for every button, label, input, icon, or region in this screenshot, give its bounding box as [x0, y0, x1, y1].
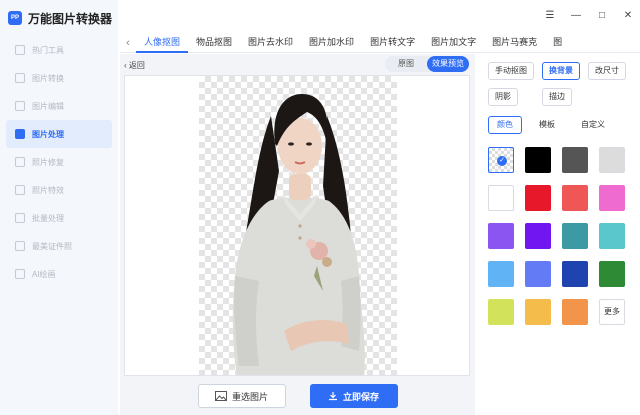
subtab-color[interactable]: 颜色	[488, 116, 522, 134]
color-swatch[interactable]	[488, 299, 514, 325]
workspace: ‹ 返回 原图 效果预览 重选图片 立即保存	[120, 54, 475, 415]
repair-icon	[15, 157, 25, 167]
sidebar-item-photo-repair[interactable]: 照片修复	[6, 148, 112, 176]
sidebar-item-image-process[interactable]: 图片处理	[6, 120, 112, 148]
download-icon	[328, 392, 337, 401]
convert-icon	[15, 73, 25, 83]
process-icon	[15, 129, 25, 139]
image-icon	[214, 391, 227, 401]
options-row-1: 手动抠图 换背景 改尺寸	[488, 62, 626, 80]
color-swatch[interactable]	[562, 185, 588, 211]
shadow-button[interactable]: 阴影	[488, 88, 518, 106]
save-label: 立即保存	[342, 391, 379, 402]
tab-add-watermark[interactable]: 图片加水印	[301, 33, 362, 53]
edit-icon	[15, 101, 25, 111]
sidebar-item-label: 图片转换	[32, 73, 64, 83]
color-swatch[interactable]	[562, 261, 588, 287]
menu-icon[interactable]: ☰	[544, 10, 556, 21]
stroke-button[interactable]: 描边	[542, 88, 572, 106]
sidebar-item-label: 照片特效	[32, 185, 64, 195]
check-icon: ✓	[497, 156, 507, 166]
color-swatch[interactable]	[488, 185, 514, 211]
chevron-left-icon[interactable]: ‹	[120, 37, 136, 49]
portrait-cutout-image	[232, 94, 365, 375]
reselect-image-button[interactable]: 重选图片	[197, 384, 286, 408]
batch-icon	[15, 213, 25, 223]
sidebar-item-hot-tools[interactable]: 热门工具	[6, 36, 112, 64]
options-panel: 手动抠图 换背景 改尺寸 阴影 描边 颜色 模板 自定义 ✓ 更多	[478, 54, 640, 415]
view-toggle: 原图 效果预览	[385, 56, 469, 72]
tab-add-text[interactable]: 图片加文字	[423, 33, 484, 53]
back-link[interactable]: ‹ 返回	[124, 60, 145, 71]
app-header: PP 万能图片转换器	[0, 0, 118, 36]
maximize-icon[interactable]: □	[596, 10, 608, 21]
color-swatch[interactable]	[525, 299, 551, 325]
app-logo: PP	[8, 11, 22, 25]
color-swatch[interactable]	[599, 147, 625, 173]
color-swatch[interactable]	[562, 223, 588, 249]
color-swatch[interactable]	[562, 299, 588, 325]
color-swatch[interactable]	[525, 261, 551, 287]
color-swatch[interactable]	[525, 223, 551, 249]
tab-portrait-cutout[interactable]: 人像抠图	[136, 33, 189, 53]
sidebar-item-image-edit[interactable]: 图片编辑	[6, 92, 112, 120]
resize-button[interactable]: 改尺寸	[588, 62, 626, 80]
swatch-transparent[interactable]: ✓	[488, 147, 514, 173]
tab-object-cutout[interactable]: 物品抠图	[188, 33, 240, 53]
original-view-button[interactable]: 原图	[385, 56, 427, 72]
back-label: 返回	[128, 61, 145, 70]
sidebar-item-ai-paint[interactable]: AI绘画	[6, 260, 112, 288]
tab-image-to-text[interactable]: 图片转文字	[362, 33, 423, 53]
save-button[interactable]: 立即保存	[309, 384, 398, 408]
color-swatch[interactable]	[599, 185, 625, 211]
sidebar-item-label: AI绘画	[32, 269, 56, 279]
options-row-2: 阴影 描边	[488, 88, 572, 106]
color-swatch[interactable]	[488, 261, 514, 287]
color-swatch[interactable]	[525, 147, 551, 173]
id-photo-icon	[15, 241, 25, 251]
tab-overflow[interactable]: 图	[545, 33, 570, 53]
window-controls: ☰ — □ ✕	[544, 10, 634, 21]
color-swatch[interactable]	[488, 223, 514, 249]
color-swatch[interactable]	[599, 261, 625, 287]
sidebar-nav: 热门工具 图片转换 图片编辑 图片处理 照片修复 照片特效 批量处理 最美证件照…	[0, 36, 118, 288]
action-bar: 重选图片 立即保存	[120, 377, 475, 415]
subtab-custom[interactable]: 自定义	[572, 116, 614, 134]
app-title: 万能图片转换器	[28, 11, 113, 26]
reselect-label: 重选图片	[231, 391, 268, 402]
background-subtabs: 颜色 模板 自定义	[488, 116, 614, 134]
ai-paint-icon	[15, 269, 25, 279]
color-swatch[interactable]	[599, 223, 625, 249]
change-background-button[interactable]: 换背景	[542, 62, 580, 80]
color-swatch[interactable]	[525, 185, 551, 211]
sidebar-item-label: 批量处理	[32, 213, 64, 223]
sidebar-item-id-photo[interactable]: 最美证件照	[6, 232, 112, 260]
close-icon[interactable]: ✕	[622, 10, 634, 21]
tool-tabs: ‹ 人像抠图 物品抠图 图片去水印 图片加水印 图片转文字 图片加文字 图片马赛…	[120, 33, 640, 53]
minimize-icon[interactable]: —	[570, 10, 582, 21]
color-swatches: ✓ 更多	[488, 147, 636, 325]
subtab-template[interactable]: 模板	[530, 116, 564, 134]
sidebar-item-batch[interactable]: 批量处理	[6, 204, 112, 232]
sidebar-item-image-convert[interactable]: 图片转换	[6, 64, 112, 92]
sidebar-item-label: 照片修复	[32, 157, 64, 167]
fire-icon	[15, 45, 25, 55]
tab-mosaic[interactable]: 图片马赛克	[484, 33, 545, 53]
effect-icon	[15, 185, 25, 195]
manual-cutout-button[interactable]: 手动抠图	[488, 62, 534, 80]
sidebar-item-label: 热门工具	[32, 45, 64, 55]
sidebar-item-label: 图片处理	[32, 129, 64, 139]
more-colors-button[interactable]: 更多	[599, 299, 625, 325]
sidebar-item-photo-effects[interactable]: 照片特效	[6, 176, 112, 204]
sidebar-item-label: 最美证件照	[32, 241, 72, 251]
sidebar-item-label: 图片编辑	[32, 101, 64, 111]
color-swatch[interactable]	[562, 147, 588, 173]
image-canvas	[124, 75, 470, 376]
sidebar: PP 万能图片转换器 热门工具 图片转换 图片编辑 图片处理 照片修复 照片特效…	[0, 0, 118, 415]
tab-remove-watermark[interactable]: 图片去水印	[240, 33, 301, 53]
preview-view-button[interactable]: 效果预览	[427, 56, 469, 72]
